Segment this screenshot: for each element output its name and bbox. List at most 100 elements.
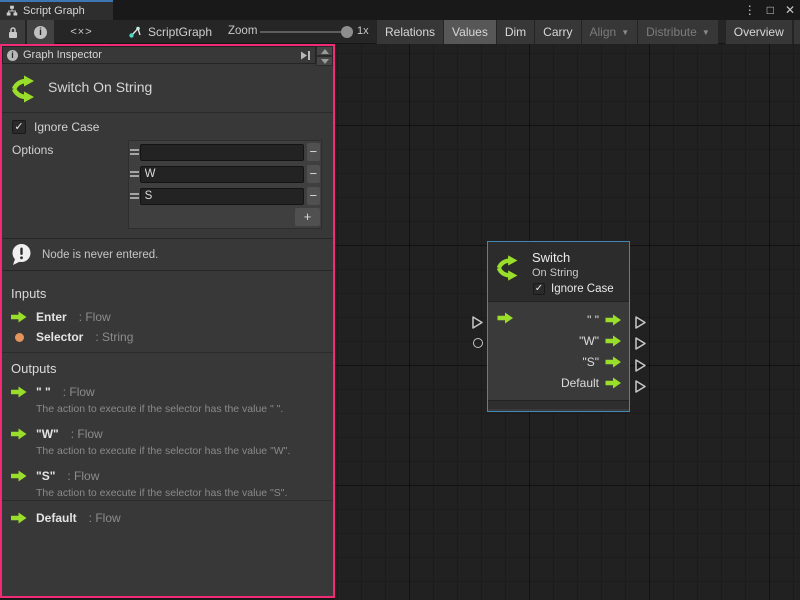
tab-label: Script Graph: [23, 5, 85, 17]
graph-inspector-panel: i Graph Inspector Switch On String ✓ Ign…: [0, 44, 335, 598]
option-input-2[interactable]: [140, 188, 304, 205]
ignore-case-checkbox[interactable]: ✓: [12, 120, 26, 134]
switch-node-icon: [495, 253, 525, 288]
zoom-slider-handle[interactable]: [341, 26, 353, 38]
selected-node-title: Switch On String: [48, 79, 152, 95]
info-icon: i: [7, 50, 18, 61]
remove-option-button[interactable]: −: [307, 187, 320, 205]
outputs-header: Outputs: [2, 353, 333, 382]
flow-arrow-icon[interactable]: [605, 356, 622, 368]
output-port-label: "S": [582, 355, 599, 369]
align-label: Align: [590, 25, 617, 39]
carry-button[interactable]: Carry: [534, 20, 580, 44]
node-subtitle: On String: [532, 267, 578, 279]
flow-arrow-icon: [11, 428, 27, 440]
switch-node-icon: [10, 73, 42, 110]
external-flow-input-port[interactable]: [471, 315, 484, 335]
external-value-input-port[interactable]: [473, 338, 483, 348]
output-port-w: "W" : Flow: [2, 424, 333, 444]
flow-arrow-icon: [11, 311, 27, 323]
port-name: " ": [36, 385, 51, 399]
graph-canvas[interactable]: Switch On String ✓ Ignore Case " ": [335, 44, 800, 600]
option-row: −: [129, 163, 321, 185]
port-type: : Flow: [71, 427, 103, 441]
input-port-enter: Enter : Flow: [2, 307, 333, 327]
output-port-label: "W": [579, 334, 599, 348]
lock-button[interactable]: [0, 20, 26, 44]
input-port-selector: Selector : String: [2, 327, 333, 347]
port-type: : String: [95, 330, 133, 344]
zoom-slider-track[interactable]: [260, 31, 350, 33]
external-flow-output-port[interactable]: [634, 336, 647, 356]
add-option-button[interactable]: +: [295, 208, 320, 226]
zoom-label: Zoom: [228, 25, 257, 37]
drag-handle-icon[interactable]: [129, 149, 140, 155]
window-close-icon[interactable]: ✕: [785, 0, 795, 20]
node-body: " " "W" "S" Defaul: [488, 301, 629, 400]
flow-arrow-icon[interactable]: [605, 314, 622, 326]
node-port-row: "W": [488, 330, 629, 351]
dim-button[interactable]: Dim: [496, 20, 534, 44]
zoom-value: 1x: [357, 25, 369, 37]
dock-icon[interactable]: [299, 50, 311, 61]
port-type: : Flow: [63, 385, 95, 399]
chevron-down-icon: ▼: [621, 28, 629, 37]
node-ignore-case-field: ✓ Ignore Case: [533, 283, 614, 295]
warning-text: Node is never entered.: [42, 249, 158, 261]
enter-flow-port[interactable]: [497, 311, 514, 329]
align-dropdown[interactable]: Align ▼: [581, 20, 638, 44]
ignore-case-checkbox[interactable]: ✓: [533, 283, 545, 295]
flow-arrow-icon: [11, 512, 27, 524]
value-dot-icon: [11, 333, 27, 342]
switch-on-string-node[interactable]: Switch On String ✓ Ignore Case " ": [487, 241, 630, 412]
graph-hierarchy-icon: [6, 5, 18, 17]
tab-script-graph[interactable]: Script Graph: [0, 0, 113, 20]
relations-button[interactable]: Relations: [376, 20, 443, 44]
port-name: Enter: [36, 310, 67, 324]
port-name: "W": [36, 427, 59, 441]
option-input-1[interactable]: [140, 166, 304, 183]
node-title: Switch: [532, 250, 570, 265]
distribute-dropdown[interactable]: Distribute ▼: [637, 20, 718, 44]
inspector-toggle-button[interactable]: i: [27, 20, 55, 44]
drag-handle-icon[interactable]: [129, 193, 140, 199]
flow-arrow-icon[interactable]: [605, 335, 622, 347]
graph-breadcrumb[interactable]: ScriptGraph: [128, 20, 212, 44]
add-option-row: +: [129, 207, 321, 228]
options-list: − − − +: [128, 140, 322, 229]
overview-button[interactable]: Overview: [725, 20, 793, 44]
option-input-0[interactable]: [140, 144, 304, 161]
window-maximize-icon[interactable]: □: [767, 0, 774, 20]
port-description: The action to execute if the selector ha…: [2, 486, 333, 508]
node-warning: Node is never entered.: [2, 238, 333, 271]
node-port-row: "S": [488, 351, 629, 372]
graph-toolbar: i <×> ScriptGraph Zoom 1x Relations Valu…: [0, 20, 800, 44]
drag-handle-icon[interactable]: [129, 171, 140, 177]
external-flow-output-port[interactable]: [634, 315, 647, 335]
output-port-default: Default : Flow: [2, 508, 333, 528]
external-flow-output-port[interactable]: [634, 379, 647, 399]
ignore-case-field: ✓ Ignore Case: [12, 120, 99, 134]
remove-option-button[interactable]: −: [307, 165, 320, 183]
flow-arrow-icon[interactable]: [605, 377, 622, 389]
remove-option-button[interactable]: −: [307, 143, 320, 161]
flow-arrow-icon: [11, 470, 27, 482]
lock-icon: [7, 26, 19, 39]
section-divider: [2, 500, 333, 501]
full-screen-button[interactable]: Full Screen: [793, 20, 800, 44]
port-type: : Flow: [89, 511, 121, 525]
node-header[interactable]: Switch On String ✓ Ignore Case: [488, 242, 629, 301]
port-type: : Flow: [67, 469, 99, 483]
ignore-case-label: Ignore Case: [34, 120, 99, 134]
output-port-label: " ": [587, 313, 599, 327]
scroll-up-button[interactable]: [316, 46, 333, 56]
distribute-label: Distribute: [646, 25, 697, 39]
node-port-row: " ": [488, 309, 629, 330]
values-button[interactable]: Values: [443, 20, 496, 44]
window-menu-icon[interactable]: ⋮: [744, 0, 756, 20]
code-view-button[interactable]: <×>: [58, 20, 106, 44]
inputs-header: Inputs: [2, 278, 333, 307]
external-flow-output-port[interactable]: [634, 358, 647, 378]
output-port-label: Default: [561, 376, 599, 390]
port-name: "S": [36, 469, 55, 483]
